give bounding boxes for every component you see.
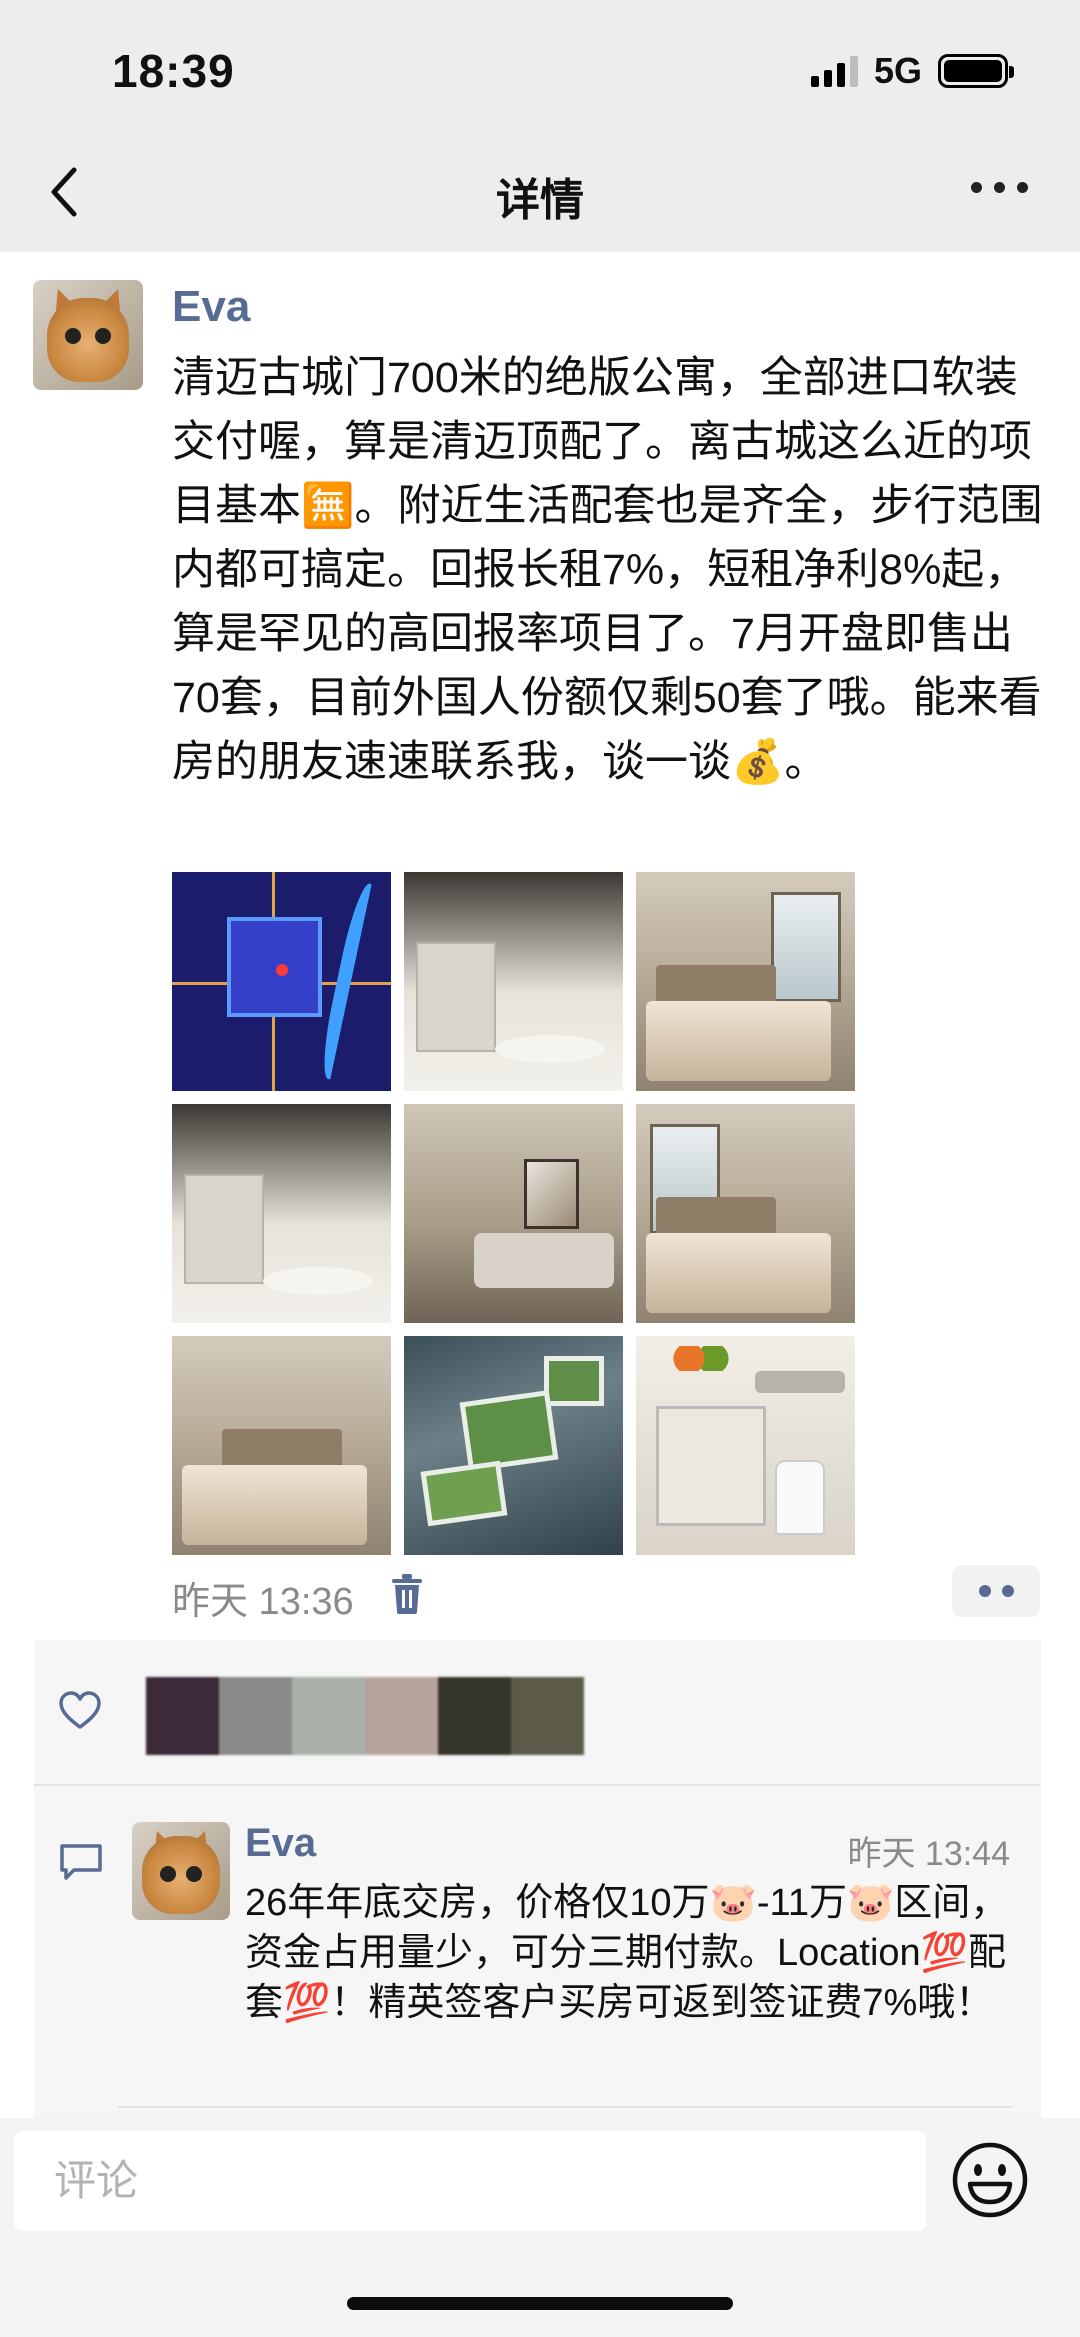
liker-avatar[interactable] (438, 1677, 511, 1755)
divider (34, 1784, 1041, 1786)
more-dots-icon[interactable] (971, 182, 1028, 193)
photo-bedroom[interactable] (636, 872, 855, 1091)
status-icons: 5G (810, 50, 1014, 92)
liker-avatar[interactable] (146, 1677, 219, 1755)
comment-time: 昨天 13:44 (847, 1835, 1010, 1873)
battery-icon (938, 54, 1014, 88)
liker-avatar[interactable] (511, 1677, 584, 1755)
heart-icon (59, 1691, 101, 1729)
liker-avatar[interactable] (365, 1677, 438, 1755)
photo-kitchen[interactable] (172, 1104, 391, 1323)
home-indicator (347, 2297, 733, 2310)
photo-bedroom-window[interactable] (636, 1104, 855, 1323)
comment-icon (60, 1844, 102, 1880)
comment-input[interactable] (14, 2131, 926, 2231)
comment-text[interactable]: 26年年底交房，价格仅10万🐷-11万🐷区间，资金占用量少，可分三期付款。Loc… (245, 1878, 1015, 2028)
signal-icon (810, 55, 858, 87)
liker-avatars[interactable] (146, 1677, 584, 1755)
post-text: 清迈古城门700米的绝版公寓，全部进口软装交付喔，算是清迈顶配了。离古城这么近的… (172, 354, 1043, 786)
photo-bedroom-lamps[interactable] (172, 1336, 391, 1555)
page-title: 详情 (496, 176, 584, 225)
emoji-icon[interactable] (950, 2140, 1030, 2220)
post-author-name[interactable]: Eva (172, 282, 250, 332)
liker-avatar[interactable] (219, 1677, 292, 1755)
liker-avatar[interactable] (292, 1677, 365, 1755)
photo-map[interactable] (172, 872, 391, 1091)
trash-icon[interactable] (391, 1574, 423, 1614)
photo-grid (172, 872, 862, 1555)
photo-dining-living[interactable] (404, 872, 623, 1091)
photo-living-room[interactable] (404, 1104, 623, 1323)
top-bar: 18:39 5G 详情 (0, 0, 1080, 252)
network-label: 5G (873, 50, 922, 91)
post-time: 昨天 13:36 (172, 1581, 354, 1623)
comment-author-name[interactable]: Eva (245, 1821, 316, 1866)
post-author-avatar[interactable] (33, 280, 143, 390)
comment-author-avatar[interactable] (132, 1822, 230, 1920)
photo-aerial-rooftop[interactable] (404, 1336, 623, 1555)
action-menu-button[interactable] (952, 1565, 1040, 1617)
photo-kitchen-counter[interactable] (636, 1336, 855, 1555)
divider (118, 2106, 1013, 2108)
status-time: 18:39 (112, 45, 235, 97)
